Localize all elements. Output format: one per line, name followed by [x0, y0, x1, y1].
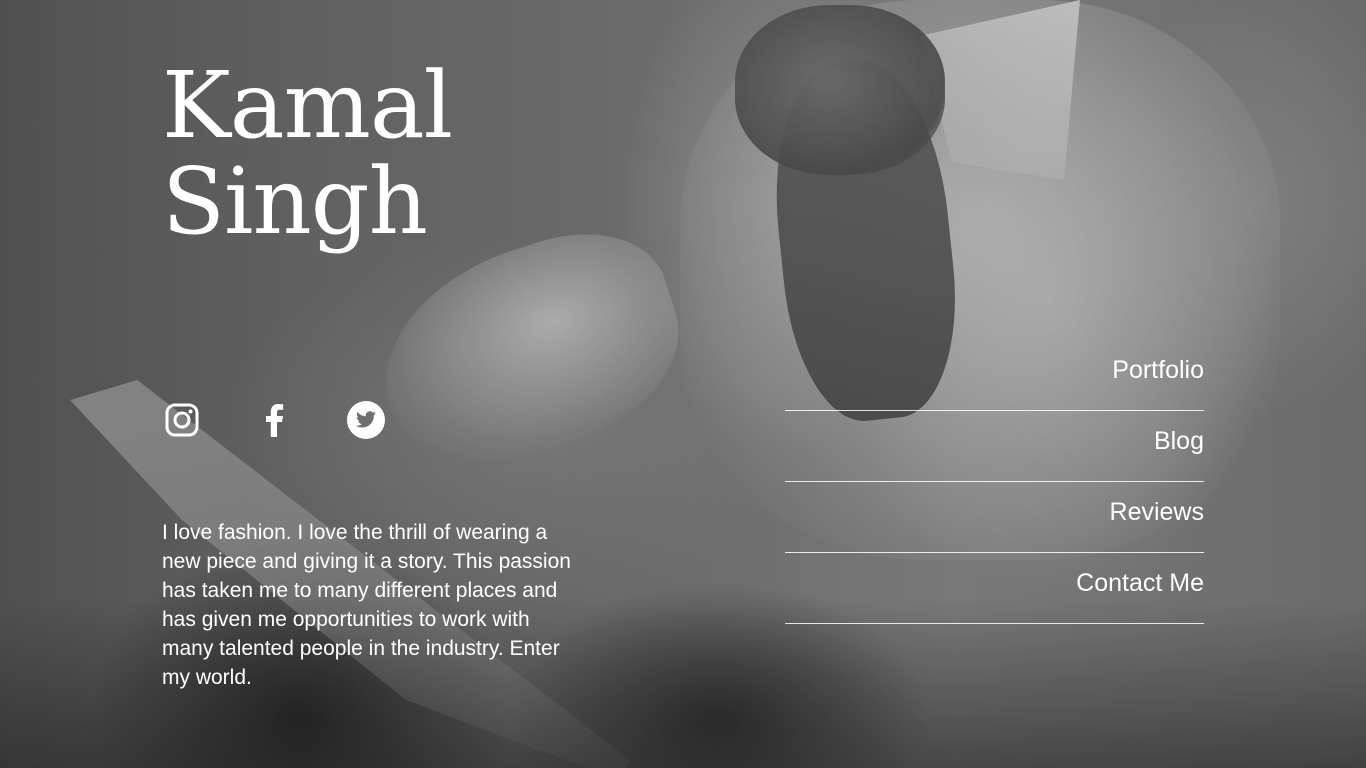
bio-text: I love fashion. I love the thrill of wea… — [162, 521, 571, 689]
social-links — [162, 400, 386, 440]
facebook-link[interactable] — [254, 400, 294, 440]
first-name: Kamal — [162, 52, 453, 159]
page-title: Kamal Singh — [162, 52, 453, 255]
twitter-link[interactable] — [346, 400, 386, 440]
main-nav: Portfolio Blog Reviews Contact Me — [785, 340, 1204, 624]
nav-item-blog[interactable]: Blog — [785, 411, 1204, 482]
twitter-icon — [347, 401, 385, 439]
last-name: Singh — [162, 148, 428, 255]
nav-item-portfolio[interactable]: Portfolio — [785, 340, 1204, 411]
instagram-link[interactable] — [162, 400, 202, 440]
instagram-icon — [165, 403, 199, 437]
nav-item-contact-me[interactable]: Contact Me — [785, 553, 1204, 624]
facebook-icon — [266, 404, 284, 437]
nav-item-reviews[interactable]: Reviews — [785, 482, 1204, 553]
